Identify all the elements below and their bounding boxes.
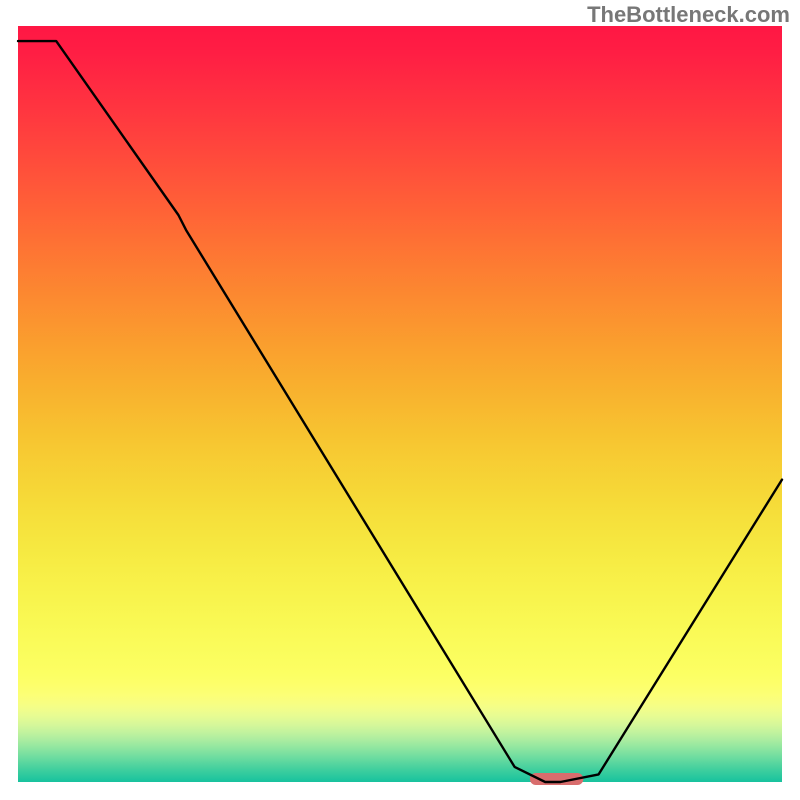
- chart-svg: [0, 0, 800, 800]
- watermark-text: TheBottleneck.com: [587, 2, 790, 28]
- bottleneck-chart: TheBottleneck.com: [0, 0, 800, 800]
